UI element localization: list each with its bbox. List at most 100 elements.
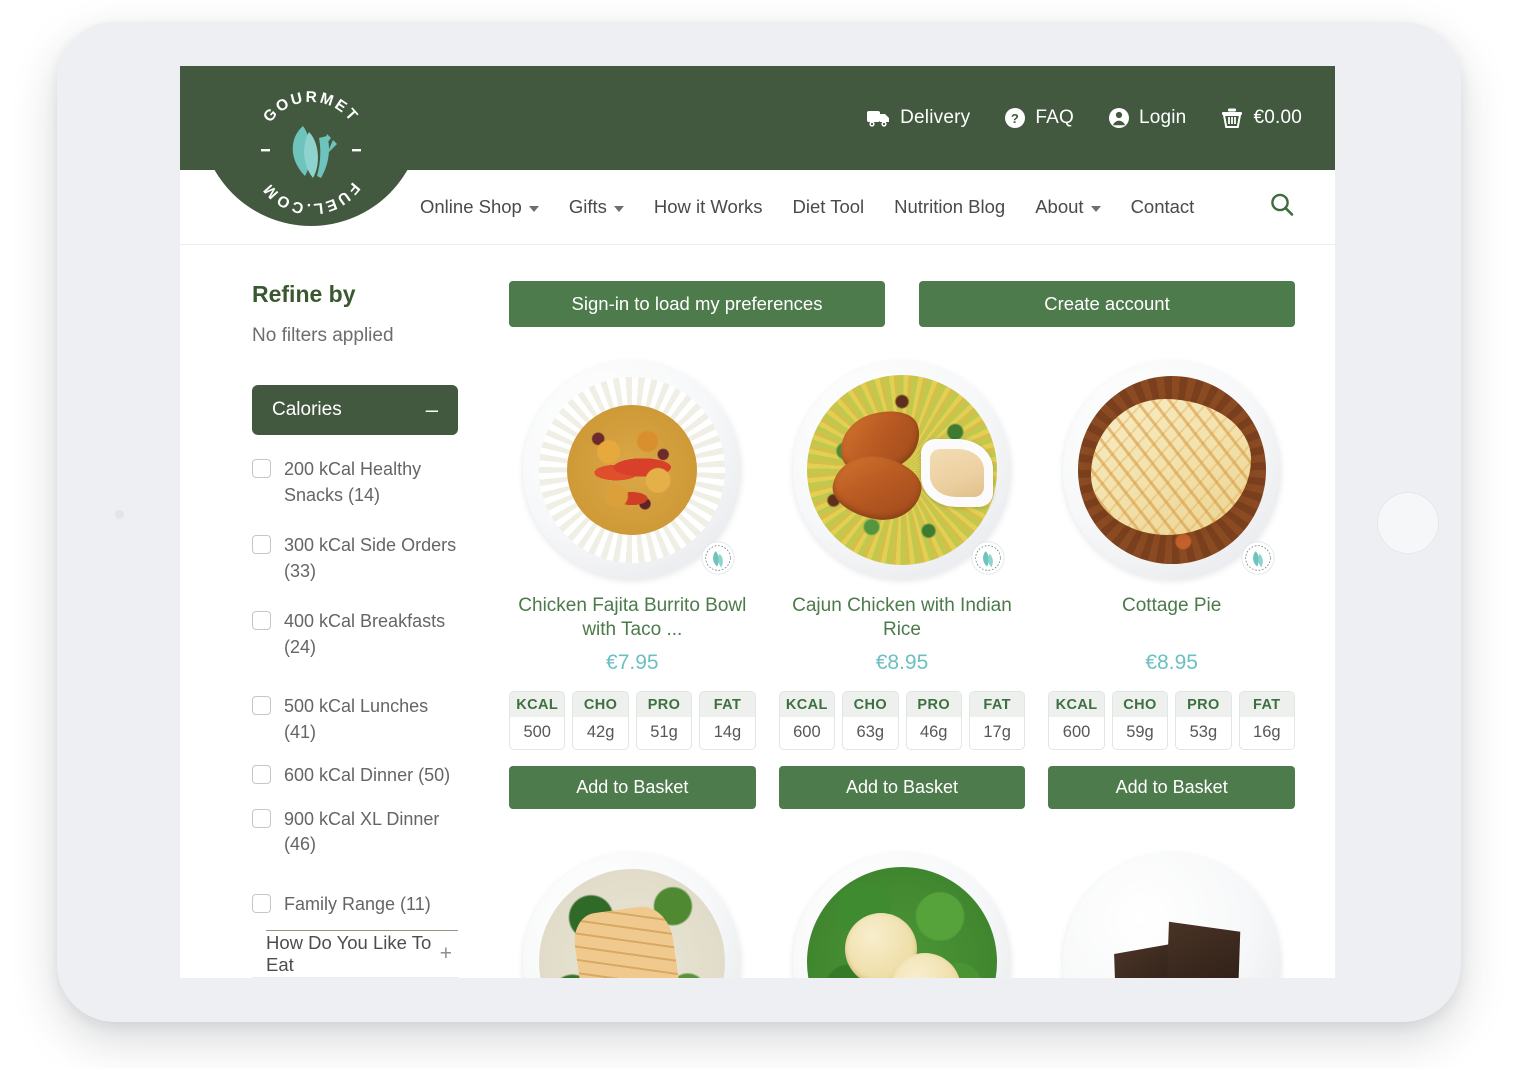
add-to-basket-button[interactable]: Add to Basket bbox=[1048, 766, 1295, 809]
add-to-basket-button[interactable]: Add to Basket bbox=[778, 766, 1026, 809]
filter-option-400kcal[interactable]: 400 kCal Breakfasts (24) bbox=[252, 609, 458, 660]
nav-label: How it Works bbox=[653, 196, 763, 217]
nav-item-contact[interactable]: Contact bbox=[1131, 196, 1195, 218]
create-account-button[interactable]: Create account bbox=[919, 281, 1295, 327]
plus-icon: + bbox=[439, 941, 452, 965]
product-title[interactable]: Cottage Pie bbox=[1122, 594, 1221, 642]
nav-label: Diet Tool bbox=[792, 196, 865, 217]
filter-option-900kcal[interactable]: 900 kCal XL Dinner (46) bbox=[252, 807, 458, 858]
product-title[interactable]: Chicken Fajita Burrito Bowl with Taco ..… bbox=[509, 594, 756, 642]
macro-value: 17g bbox=[983, 723, 1011, 741]
delivery-link[interactable]: Delivery bbox=[867, 107, 970, 129]
macro-kcal: KCAL 600 bbox=[778, 691, 836, 750]
checkbox[interactable] bbox=[252, 696, 271, 716]
checkbox[interactable] bbox=[252, 808, 271, 828]
brownie-slice bbox=[1165, 921, 1240, 978]
svg-text:?: ? bbox=[1011, 111, 1019, 126]
sauce bbox=[929, 449, 984, 497]
gourmet-fuel-logo[interactable]: GOURMET FUEL.COM bbox=[245, 86, 377, 218]
basket-link[interactable]: €0.00 bbox=[1220, 107, 1302, 129]
macro-cho: CHO 59g bbox=[1111, 691, 1169, 750]
macro-value: 53g bbox=[1189, 723, 1218, 741]
nav-label: Online Shop bbox=[420, 196, 522, 217]
product-image-cajun-chicken-indian-rice[interactable] bbox=[792, 361, 1011, 579]
plate bbox=[1062, 853, 1281, 978]
page-title: Refine by bbox=[252, 281, 356, 307]
filter-option-600kcal[interactable]: 600 kCal Dinner (50) bbox=[252, 763, 458, 789]
nav-label: Nutrition Blog bbox=[894, 196, 1006, 217]
minus-icon: – bbox=[425, 397, 438, 422]
nav-item-nutrition-blog[interactable]: Nutrition Blog bbox=[894, 196, 1005, 218]
macro-key: PRO bbox=[906, 692, 961, 717]
macro-pro: PRO 51g bbox=[635, 691, 693, 750]
nav-item-about[interactable]: About bbox=[1035, 196, 1101, 218]
filter-option-label: 500 kCal Lunches (41) bbox=[284, 696, 429, 742]
sign-in-button[interactable]: Sign-in to load my preferences bbox=[509, 281, 885, 327]
question-circle-icon: ? bbox=[1004, 107, 1026, 129]
product-price: €8.95 bbox=[875, 651, 929, 674]
basket-total: €0.00 bbox=[1253, 107, 1302, 128]
product-price: €7.95 bbox=[606, 651, 659, 674]
product-card: Cottage Pie €8.95 KCAL 600 CHO 59g PRO 5… bbox=[1048, 361, 1296, 853]
product-card: Chicken Fajita Burrito Bowl with Taco ..… bbox=[509, 361, 756, 853]
accordion-label: How Do You Like To Eat bbox=[266, 931, 432, 975]
macro-pro: PRO 46g bbox=[905, 691, 962, 750]
macro-value: 51g bbox=[650, 723, 678, 741]
browser-screen: Delivery ? FAQ Login €0.00 GOURMET FUEL.… bbox=[180, 66, 1335, 978]
user-circle-icon bbox=[1108, 107, 1130, 129]
plate bbox=[792, 853, 1011, 978]
tablet-device-frame: Delivery ? FAQ Login €0.00 GOURMET FUEL.… bbox=[57, 22, 1461, 1022]
chevron-down-icon bbox=[528, 205, 539, 212]
checkbox[interactable] bbox=[252, 894, 271, 914]
chevron-down-icon bbox=[613, 205, 624, 212]
filter-option-500kcal[interactable]: 500 kCal Lunches (41) bbox=[252, 694, 458, 745]
macro-value: 600 bbox=[793, 723, 821, 741]
nav-item-diet-tool[interactable]: Diet Tool bbox=[792, 196, 864, 218]
product-image-chicken-fajita-burrito-bowl[interactable] bbox=[523, 361, 742, 579]
accordion-how-do-you-like-to-eat[interactable]: How Do You Like To Eat + bbox=[252, 931, 458, 978]
product-card bbox=[509, 853, 756, 978]
macro-value: 63g bbox=[856, 723, 885, 741]
filter-option-label: 600 kCal Dinner (50) bbox=[284, 765, 451, 786]
filter-option-300kcal[interactable]: 300 kCal Side Orders (33) bbox=[252, 533, 458, 584]
nav-item-gifts[interactable]: Gifts bbox=[569, 196, 624, 218]
product-image-goat-cheese-rocket-salad[interactable] bbox=[792, 853, 1011, 978]
macro-pro: PRO 53g bbox=[1175, 691, 1232, 750]
faq-link[interactable]: ? FAQ bbox=[1004, 107, 1074, 129]
checkbox[interactable] bbox=[252, 459, 271, 478]
product-image-brownie-slices[interactable] bbox=[1062, 853, 1281, 978]
add-to-basket-button[interactable]: Add to Basket bbox=[509, 766, 756, 809]
faq-label: FAQ bbox=[1035, 107, 1074, 128]
product-image-cottage-pie[interactable] bbox=[1062, 361, 1281, 579]
macro-key: FAT bbox=[700, 692, 755, 717]
nav-item-how-it-works[interactable]: How it Works bbox=[654, 196, 763, 218]
macro-fat: FAT 16g bbox=[1238, 691, 1296, 750]
macro-key: KCAL bbox=[1049, 692, 1104, 717]
checkbox[interactable] bbox=[252, 535, 271, 555]
product-card bbox=[779, 853, 1026, 978]
fajita-filling-layer bbox=[567, 405, 698, 535]
macro-key: CHO bbox=[843, 692, 898, 717]
macro-key: FAT bbox=[969, 692, 1025, 717]
checkbox[interactable] bbox=[252, 611, 271, 631]
product-image-chicken-salad[interactable] bbox=[523, 853, 742, 978]
nav-items: Online Shop Gifts How it Works Diet Tool… bbox=[420, 196, 1194, 218]
search-icon[interactable] bbox=[1269, 192, 1295, 223]
gourmet-fuel-watermark-icon bbox=[971, 541, 1005, 575]
filter-option-label: Family Range (11) bbox=[284, 894, 431, 915]
delivery-label: Delivery bbox=[900, 107, 971, 128]
nav-label: About bbox=[1035, 196, 1084, 217]
product-title[interactable]: Cajun Chicken with Indian Rice bbox=[779, 594, 1026, 642]
filter-option-200kcal[interactable]: 200 kCal Healthy Snacks (14) bbox=[252, 457, 458, 508]
nav-item-online-shop[interactable]: Online Shop bbox=[420, 196, 539, 218]
login-link[interactable]: Login bbox=[1108, 107, 1187, 129]
product-listing: Sign-in to load my preferences Create ac… bbox=[492, 245, 1335, 978]
macro-value: 46g bbox=[919, 723, 948, 741]
home-button[interactable] bbox=[1377, 492, 1439, 554]
macro-key: CHO bbox=[1112, 692, 1168, 717]
macro-key: CHO bbox=[573, 692, 628, 717]
macro-cho: CHO 42g bbox=[572, 691, 629, 750]
filter-option-family-range[interactable]: Family Range (11) bbox=[252, 892, 458, 918]
checkbox[interactable] bbox=[252, 765, 271, 785]
filter-group-calories[interactable]: Calories – bbox=[252, 385, 458, 435]
